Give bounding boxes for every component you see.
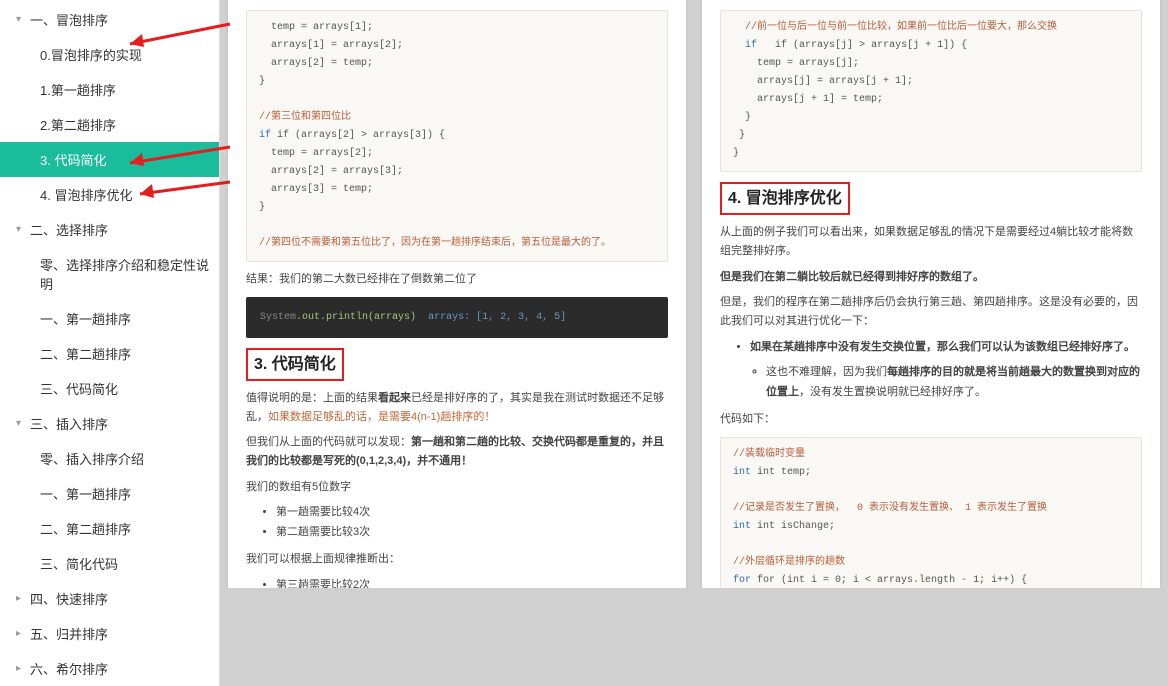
nav-item-17[interactable]: ▸ 五、归并排序	[0, 616, 219, 651]
section-4-title: 4. 冒泡排序优化	[720, 182, 1142, 215]
nav-label: 3. 代码简化	[40, 150, 106, 169]
chevron-icon: ▸	[16, 628, 26, 639]
nav-item-8[interactable]: 一、第一趟排序	[0, 301, 219, 336]
p1: 值得说明的是：上面的结果看起来已经是排好序的了，其实是我在测试时数据还不足够乱，…	[246, 389, 668, 426]
nav-item-4[interactable]: 3. 代码简化	[0, 142, 219, 177]
sidebar-wrap: ▾ 一、冒泡排序 0.冒泡排序的实现 1.第一趟排序 2.第二趟排序 3. 代码简化 4. …	[0, 0, 220, 588]
nav-item-13[interactable]: 一、第一趟排序	[0, 476, 219, 511]
p2-1: 从上面的例子我们可以看出来，如果数据足够乱的情况下是需要经过4躺比较才能将数组完…	[720, 223, 1142, 260]
nav-item-3[interactable]: 2.第二趟排序	[0, 107, 219, 142]
chevron-icon: ▾	[16, 224, 26, 235]
app-root: ▾ 一、冒泡排序 0.冒泡排序的实现 1.第一趟排序 2.第二趟排序 3. 代码简化 4. …	[0, 0, 1168, 588]
code-block-swap23: temp = arrays[1]; arrays[1] = arrays[2];…	[246, 10, 668, 262]
nav-label: 4. 冒泡排序优化	[40, 185, 132, 204]
chevron-icon: ▸	[16, 663, 26, 674]
nav-label: 二、选择排序	[30, 220, 108, 239]
highlight-box-4: 4. 冒泡排序优化	[720, 182, 850, 215]
nav-label: 2.第二趟排序	[40, 115, 116, 134]
nav-item-1[interactable]: 0.冒泡排序的实现	[0, 37, 219, 72]
nav-label: 六、希尔排序	[30, 659, 108, 678]
nav-item-6[interactable]: ▾ 二、选择排序	[0, 212, 219, 247]
content-area: temp = arrays[1]; arrays[1] = arrays[2];…	[220, 0, 1168, 588]
nav-item-10[interactable]: 三、代码简化	[0, 371, 219, 406]
bullets-2: 第三趟需要比较2次 第四趟需要比较1次	[276, 576, 668, 588]
section-3-title: 3. 代码简化	[246, 348, 668, 381]
highlight-box-3: 3. 代码简化	[246, 348, 344, 381]
bullet: 这也不难理解，因为我们每趟排序的目的就是将当前趟最大的数置换到对应的位置上，没有…	[766, 363, 1142, 403]
p2-4: 代码如下：	[720, 410, 1142, 429]
nav-item-12[interactable]: 零、插入排序介绍	[0, 441, 219, 476]
nav-label: 一、第一趟排序	[40, 484, 131, 503]
nav-item-16[interactable]: ▸ 四、快速排序	[0, 581, 219, 616]
bullet: 第一趟需要比较4次	[276, 503, 668, 523]
chevron-icon: ▾	[16, 14, 26, 25]
nav-item-11[interactable]: ▾ 三、插入排序	[0, 406, 219, 441]
nav-label: 一、第一趟排序	[40, 309, 131, 328]
nav-label: 一、冒泡排序	[30, 10, 108, 29]
nav-label: 二、第二趟排序	[40, 519, 131, 538]
nav-label: 0.冒泡排序的实现	[40, 45, 142, 64]
nav-label: 三、代码简化	[40, 379, 118, 398]
nav-label: 五、归并排序	[30, 624, 108, 643]
bullet: 如果在某趟排序中没有发生交换位置，那么我们可以认为该数组已经排好序了。 这也不难…	[750, 338, 1142, 403]
p4: 我们可以根据上面规律推断出：	[246, 550, 668, 569]
nav-item-9[interactable]: 二、第二趟排序	[0, 336, 219, 371]
code-block-swap-inner: //前一位与后一位与前一位比较，如果前一位比后一位要大，那么交换 if if (…	[720, 10, 1142, 172]
nav-label: 二、第二趟排序	[40, 344, 131, 363]
nav-label: 零、插入排序介绍	[40, 449, 144, 468]
nav-item-5[interactable]: 4. 冒泡排序优化	[0, 177, 219, 212]
nav-label: 三、插入排序	[30, 414, 108, 433]
bullets-opt: 如果在某趟排序中没有发生交换位置，那么我们可以认为该数组已经排好序了。 这也不难…	[750, 338, 1142, 403]
bullets-1: 第一趟需要比较4次 第二趟需要比较3次	[276, 503, 668, 543]
nav-item-15[interactable]: 三、简化代码	[0, 546, 219, 581]
bullet: 第二趟需要比较3次	[276, 523, 668, 543]
nav-item-18[interactable]: ▸ 六、希尔排序	[0, 651, 219, 686]
chevron-icon: ▸	[16, 593, 26, 604]
p2-3: 但是，我们的程序在第二趟排序后仍会执行第三趟、第四趟排序。这是没有必要的，因此我…	[720, 293, 1142, 330]
nav-label: 四、快速排序	[30, 589, 108, 608]
nav-label: 零、选择排序介绍和稳定性说明	[40, 255, 209, 293]
nav-item-2[interactable]: 1.第一趟排序	[0, 72, 219, 107]
p2: 但我们从上面的代码就可以发现：第一趟和第二趟的比较、交换代码都是重复的，并且我们…	[246, 433, 668, 470]
result-text: 结果：我们的第二大数已经排在了倒数第二位了	[246, 270, 668, 289]
code-block-optimized: //装载临时变量 int int temp; //记录是否发生了置换， 0 表示…	[720, 437, 1142, 588]
chevron-icon: ▾	[16, 418, 26, 429]
nav-label: 三、简化代码	[40, 554, 118, 573]
nav-item-7[interactable]: 零、选择排序介绍和稳定性说明	[0, 247, 219, 301]
p2-2: 但是我们在第二躺比较后就已经得到排好序的数组了。	[720, 268, 1142, 287]
nav-item-0[interactable]: ▾ 一、冒泡排序	[0, 2, 219, 37]
sidebar: ▾ 一、冒泡排序 0.冒泡排序的实现 1.第一趟排序 2.第二趟排序 3. 代码简化 4. …	[0, 0, 220, 686]
nav-item-14[interactable]: 二、第二趟排序	[0, 511, 219, 546]
p3: 我们的数组有5位数字	[246, 478, 668, 497]
page-left: temp = arrays[1]; arrays[1] = arrays[2];…	[228, 0, 686, 588]
nav-label: 1.第一趟排序	[40, 80, 116, 99]
bullet: 第三趟需要比较2次	[276, 576, 668, 588]
console-output: System.out.println(arrays) arrays: [1, 2…	[246, 297, 668, 338]
page-right: //前一位与后一位与前一位比较，如果前一位比后一位要大，那么交换 if if (…	[702, 0, 1160, 588]
